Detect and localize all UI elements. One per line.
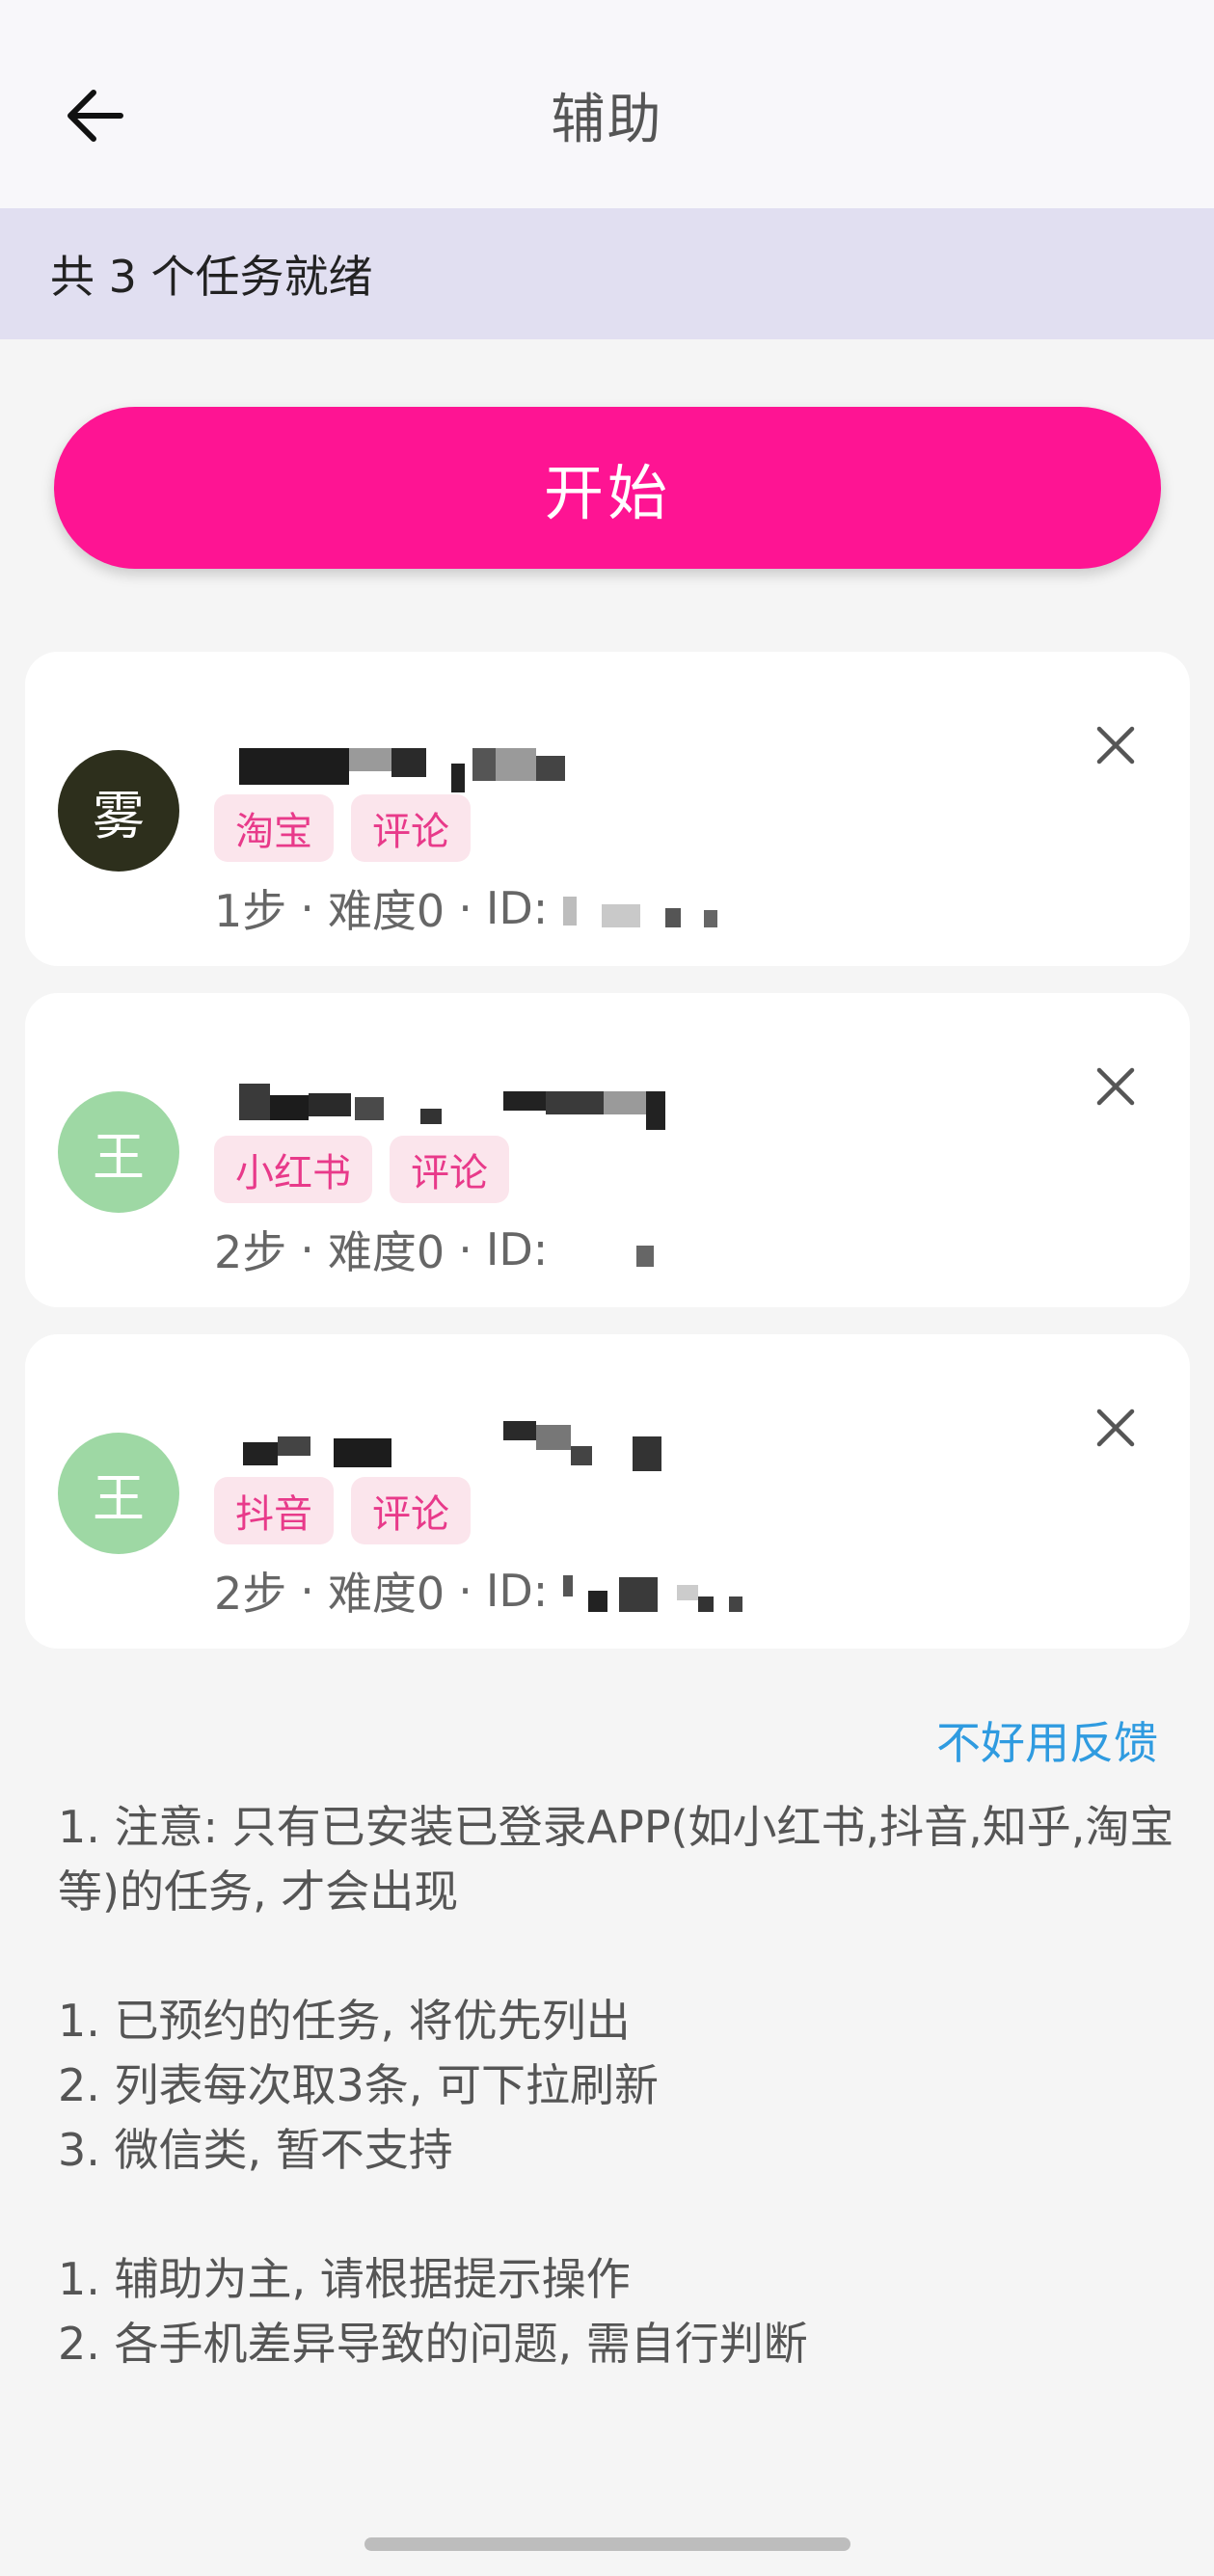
note-line: 1. 辅助为主, 请根据提示操作 <box>58 2253 631 2305</box>
task-title-redacted <box>214 696 715 792</box>
task-id-redacted <box>559 1571 752 1612</box>
task-card[interactable]: 雾 淘宝 评论 1步 · 难度0 · ID: <box>25 652 1190 966</box>
note-line: 1. 已预约的任务, 将优先列出 <box>58 1995 631 2047</box>
page-title: 辅助 <box>551 88 663 151</box>
separator: · <box>300 1565 314 1617</box>
tag-platform: 小红书 <box>214 1136 372 1203</box>
separator: · <box>458 882 472 934</box>
task-difficulty: 难度0 <box>327 1226 445 1278</box>
feedback-link[interactable]: 不好用反馈 <box>936 1708 1158 1772</box>
close-button[interactable] <box>1082 711 1149 779</box>
task-difficulty: 难度0 <box>327 885 445 937</box>
start-button[interactable]: 开始 <box>54 407 1161 569</box>
home-indicator[interactable] <box>364 2537 850 2551</box>
task-title-redacted <box>214 1037 715 1130</box>
separator: · <box>458 1565 472 1617</box>
avatar: 王 <box>58 1091 179 1213</box>
task-tags: 抖音 评论 <box>214 1477 471 1544</box>
tag-type: 评论 <box>390 1136 509 1203</box>
task-difficulty: 难度0 <box>327 1568 445 1620</box>
close-icon <box>1096 726 1135 765</box>
tag-type: 评论 <box>351 1477 471 1544</box>
instructions: 1. 注意: 只有已安装已登录APP(如小红书,抖音,知乎,淘宝等)的任务, 才… <box>58 1795 1176 2376</box>
task-tags: 淘宝 评论 <box>214 794 471 862</box>
task-tags: 小红书 评论 <box>214 1136 509 1203</box>
separator: · <box>300 1223 314 1275</box>
close-button[interactable] <box>1082 1394 1149 1462</box>
task-meta: 1步 · 难度0 · ID: <box>214 879 752 937</box>
separator: · <box>458 1223 472 1275</box>
tag-platform: 抖音 <box>214 1477 334 1544</box>
task-id-redacted <box>559 889 752 927</box>
tag-type: 评论 <box>351 794 471 862</box>
task-steps: 2步 <box>214 1568 287 1620</box>
task-meta: 2步 · 难度0 · ID: <box>214 1221 752 1278</box>
avatar: 王 <box>58 1433 179 1554</box>
tag-platform: 淘宝 <box>214 794 334 862</box>
avatar: 雾 <box>58 750 179 872</box>
close-icon <box>1096 1067 1135 1106</box>
close-button[interactable] <box>1082 1053 1149 1120</box>
task-id-label: ID: <box>485 1223 549 1275</box>
task-card[interactable]: 王 抖音 评论 2步 · 难度0 · ID: <box>25 1334 1190 1649</box>
note-line: 2. 各手机差异导致的问题, 需自行判断 <box>58 2318 808 2370</box>
task-id-label: ID: <box>485 1565 549 1617</box>
note-line: 1. 注意: 只有已安装已登录APP(如小红书,抖音,知乎,淘宝等)的任务, 才… <box>58 1801 1174 1918</box>
task-meta: 2步 · 难度0 · ID: <box>214 1562 752 1620</box>
task-steps: 1步 <box>214 885 287 937</box>
note-line: 3. 微信类, 暂不支持 <box>58 2124 453 2176</box>
status-banner: 共 3 个任务就绪 <box>0 208 1214 339</box>
task-card[interactable]: 王 小红书 评论 2步 · 难度0 · ID: <box>25 993 1190 1307</box>
close-icon <box>1096 1409 1135 1447</box>
separator: · <box>300 882 314 934</box>
task-title-redacted <box>214 1379 715 1471</box>
status-text: 共 3 个任务就绪 <box>50 251 373 303</box>
task-id-redacted <box>559 1230 752 1269</box>
task-id-label: ID: <box>485 882 549 934</box>
note-line: 2. 列表每次取3条, 可下拉刷新 <box>58 2059 660 2111</box>
task-steps: 2步 <box>214 1226 287 1278</box>
